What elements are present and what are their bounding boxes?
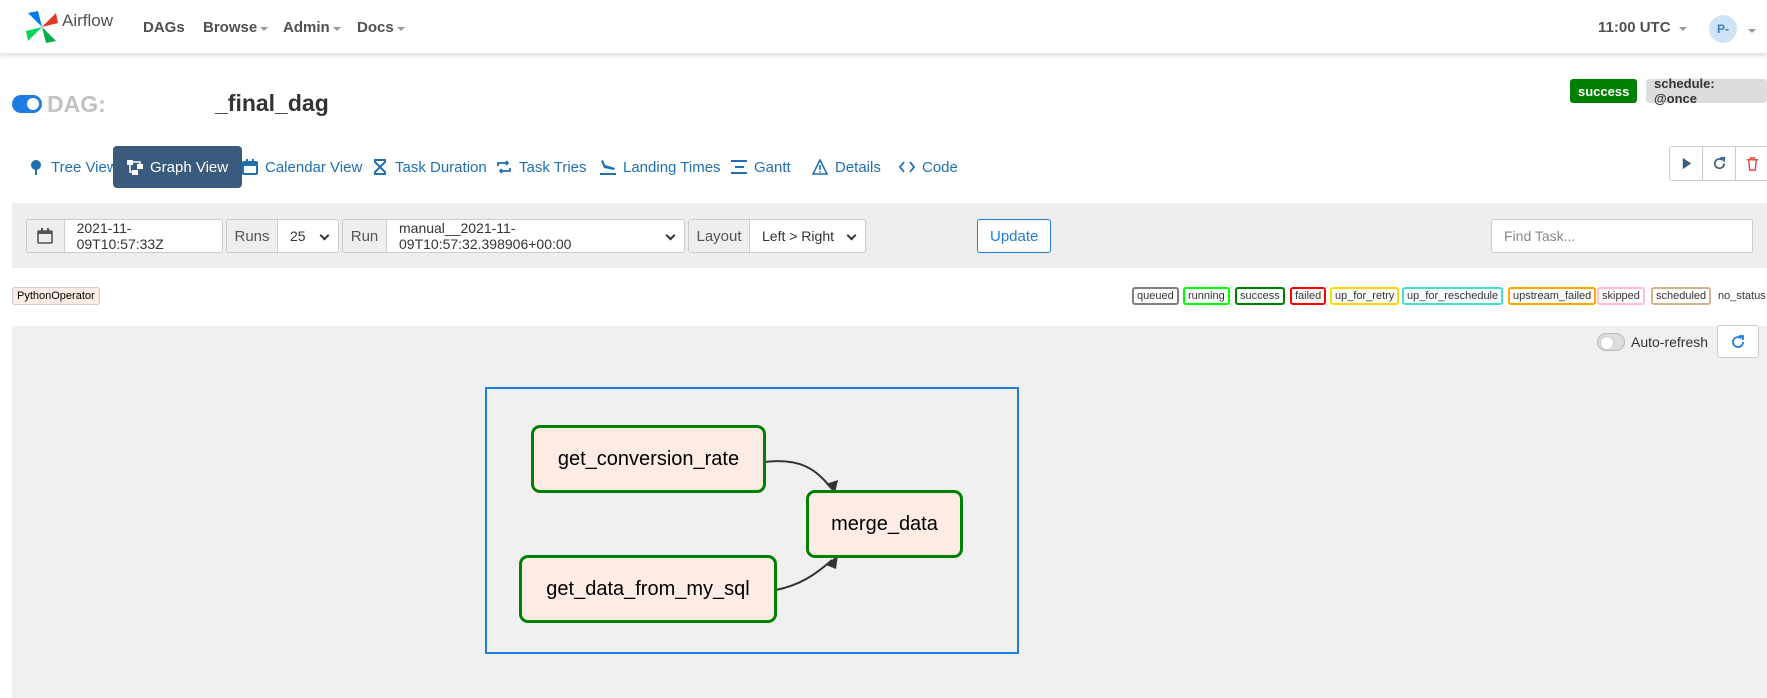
graph-edges	[485, 387, 1019, 654]
task-get-conversion-rate[interactable]: get_conversion_rate	[531, 425, 766, 493]
edge-conversion-to-merge	[763, 460, 833, 490]
task-merge-data[interactable]: merge_data	[806, 490, 963, 558]
task-get-data-from-my-sql[interactable]: get_data_from_my_sql	[519, 555, 777, 623]
edge-mysql-to-merge	[775, 559, 833, 591]
